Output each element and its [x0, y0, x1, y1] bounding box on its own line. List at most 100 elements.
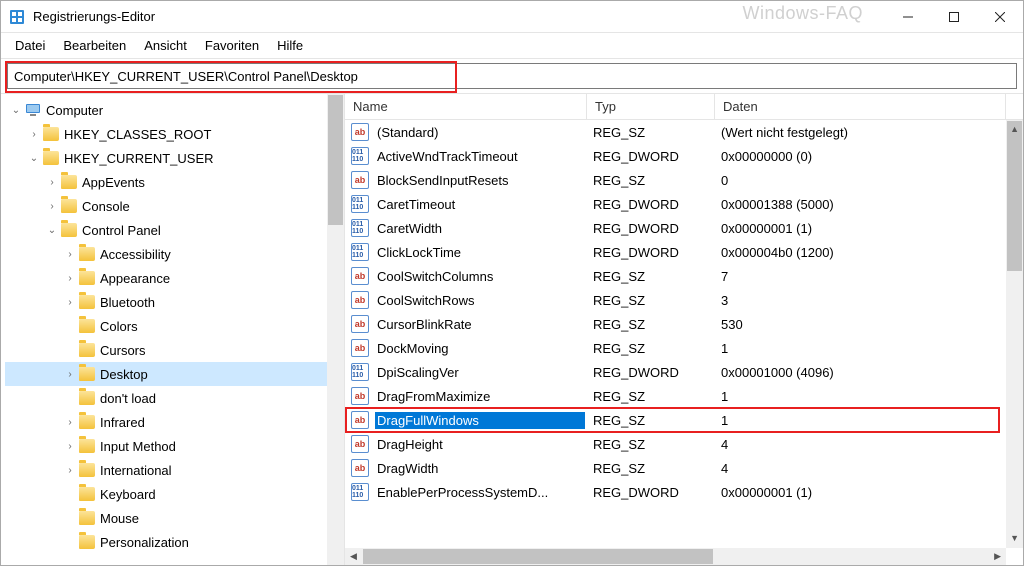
tree-node-accessibility[interactable]: ›Accessibility: [5, 242, 344, 266]
value-row[interactable]: abDragFullWindowsREG_SZ1: [345, 408, 1006, 432]
tree-node-input-method[interactable]: › Input Method: [5, 434, 344, 458]
tree-node-mouse[interactable]: ·Mouse: [5, 506, 344, 530]
tree-node-computer[interactable]: ⌄Computer: [5, 98, 344, 122]
window-title: Registrierungs-Editor: [33, 9, 155, 24]
value-row[interactable]: abDockMovingREG_SZ1: [345, 336, 1006, 360]
value-name: BlockSendInputResets: [375, 172, 585, 189]
value-row[interactable]: 011 110CaretTimeoutREG_DWORD0x00001388 (…: [345, 192, 1006, 216]
tree-node-label: Console: [82, 199, 130, 214]
tree-node-appearance[interactable]: › Appearance: [5, 266, 344, 290]
chevron-right-icon[interactable]: ›: [45, 199, 59, 213]
value-data: 0x00000001 (1): [713, 221, 1006, 236]
chevron-down-icon[interactable]: ⌄: [27, 151, 41, 165]
value-type: REG_DWORD: [585, 245, 713, 260]
value-row[interactable]: abCoolSwitchRowsREG_SZ3: [345, 288, 1006, 312]
menu-bearbeiten[interactable]: Bearbeiten: [55, 34, 134, 57]
tree-node-control-panel[interactable]: ⌄Control Panel: [5, 218, 344, 242]
value-row[interactable]: abCursorBlinkRateREG_SZ530: [345, 312, 1006, 336]
value-name: CaretTimeout: [375, 196, 585, 213]
chevron-right-icon[interactable]: ›: [63, 439, 77, 453]
tree-node-label: HKEY_CLASSES_ROOT: [64, 127, 211, 142]
value-row[interactable]: abBlockSendInputResetsREG_SZ0: [345, 168, 1006, 192]
value-type: REG_DWORD: [585, 365, 713, 380]
folder-icon: [79, 391, 95, 405]
maximize-button[interactable]: [931, 1, 977, 32]
binary-value-icon: 011 110: [351, 243, 369, 261]
tree-node-appevents[interactable]: › AppEvents: [5, 170, 344, 194]
value-row[interactable]: 011 110ActiveWndTrackTimeoutREG_DWORD0x0…: [345, 144, 1006, 168]
col-header-name[interactable]: Name: [345, 94, 587, 119]
string-value-icon: ab: [351, 459, 369, 477]
value-name: EnablePerProcessSystemD...: [375, 484, 585, 501]
chevron-right-icon[interactable]: ›: [45, 175, 59, 189]
tree-node-console[interactable]: › Console: [5, 194, 344, 218]
address-input[interactable]: [7, 63, 1017, 89]
scroll-up-icon[interactable]: ▲: [1010, 124, 1019, 134]
scroll-right-icon[interactable]: ▶: [994, 551, 1001, 562]
tree-node-desktop[interactable]: ›Desktop: [5, 362, 344, 386]
watermark-text: Windows-FAQ: [742, 3, 863, 24]
tree-node-don-t-load[interactable]: ·don't load: [5, 386, 344, 410]
tree-node-personalization[interactable]: ·Personalization: [5, 530, 344, 554]
tree-node-label: Mouse: [100, 511, 139, 526]
value-row[interactable]: abDragFromMaximizeREG_SZ1: [345, 384, 1006, 408]
tree-node-cursors[interactable]: ·Cursors: [5, 338, 344, 362]
scroll-down-icon[interactable]: ▼: [1010, 533, 1019, 543]
tree-node-bluetooth[interactable]: ›Bluetooth: [5, 290, 344, 314]
list-vscroll-thumb[interactable]: [1007, 121, 1022, 271]
chevron-right-icon[interactable]: ›: [63, 295, 77, 309]
value-row[interactable]: 011 110CaretWidthREG_DWORD0x00000001 (1): [345, 216, 1006, 240]
tree-node-label: AppEvents: [82, 175, 145, 190]
value-row[interactable]: 011 110EnablePerProcessSystemD...REG_DWO…: [345, 480, 1006, 504]
menu-ansicht[interactable]: Ansicht: [136, 34, 195, 57]
value-row[interactable]: 011 110DpiScalingVerREG_DWORD0x00001000 …: [345, 360, 1006, 384]
value-row[interactable]: abDragHeightREG_SZ4: [345, 432, 1006, 456]
chevron-right-icon[interactable]: ›: [27, 127, 41, 141]
folder-icon: [79, 343, 95, 357]
tree-node-keyboard[interactable]: ·Keyboard: [5, 482, 344, 506]
chevron-right-icon[interactable]: ›: [63, 367, 77, 381]
value-row[interactable]: ab(Standard)REG_SZ(Wert nicht festgelegt…: [345, 120, 1006, 144]
value-row[interactable]: 011 110ClickLockTimeREG_DWORD0x000004b0 …: [345, 240, 1006, 264]
tree-node-label: International: [100, 463, 172, 478]
chevron-right-icon[interactable]: ›: [63, 271, 77, 285]
tree-node-hkey-current-user[interactable]: ⌄HKEY_CURRENT_USER: [5, 146, 344, 170]
chevron-right-icon[interactable]: ›: [63, 415, 77, 429]
tree-node-infrared[interactable]: ›Infrared: [5, 410, 344, 434]
tree-node-international[interactable]: › International: [5, 458, 344, 482]
chevron-right-icon[interactable]: ›: [63, 247, 77, 261]
list-hscroll-thumb[interactable]: [363, 549, 713, 564]
menu-hilfe[interactable]: Hilfe: [269, 34, 311, 57]
folder-icon: [79, 247, 95, 261]
chevron-down-icon[interactable]: ⌄: [9, 103, 23, 117]
tree-node-hkey-classes-root[interactable]: › HKEY_CLASSES_ROOT: [5, 122, 344, 146]
minimize-button[interactable]: [885, 1, 931, 32]
tree-node-label: Appearance: [100, 271, 170, 286]
folder-icon: [79, 295, 95, 309]
list-hscrollbar[interactable]: ◀ ▶: [345, 548, 1006, 565]
tree-node-label: Input Method: [100, 439, 176, 454]
scroll-left-icon[interactable]: ◀: [350, 551, 357, 562]
chevron-right-icon[interactable]: ›: [63, 463, 77, 477]
value-data: 4: [713, 437, 1006, 452]
value-data: 530: [713, 317, 1006, 332]
col-header-data[interactable]: Daten: [715, 94, 1006, 119]
value-data: 0x00000001 (1): [713, 485, 1006, 500]
value-row[interactable]: abDragWidthREG_SZ4: [345, 456, 1006, 480]
string-value-icon: ab: [351, 291, 369, 309]
col-header-type[interactable]: Typ: [587, 94, 715, 119]
value-data: 3: [713, 293, 1006, 308]
tree-node-label: Cursors: [100, 343, 146, 358]
chevron-down-icon[interactable]: ⌄: [45, 223, 59, 237]
folder-icon: [79, 463, 95, 477]
menu-favoriten[interactable]: Favoriten: [197, 34, 267, 57]
value-type: REG_SZ: [585, 173, 713, 188]
menu-datei[interactable]: Datei: [7, 34, 53, 57]
value-row[interactable]: abCoolSwitchColumnsREG_SZ7: [345, 264, 1006, 288]
tree-scrollbar[interactable]: [327, 94, 344, 565]
tree-scroll-thumb[interactable]: [328, 95, 343, 225]
folder-icon: [43, 127, 59, 141]
tree-node-colors[interactable]: ·Colors: [5, 314, 344, 338]
close-button[interactable]: [977, 1, 1023, 32]
titlebar: Registrierungs-Editor Windows-FAQ: [1, 1, 1023, 33]
